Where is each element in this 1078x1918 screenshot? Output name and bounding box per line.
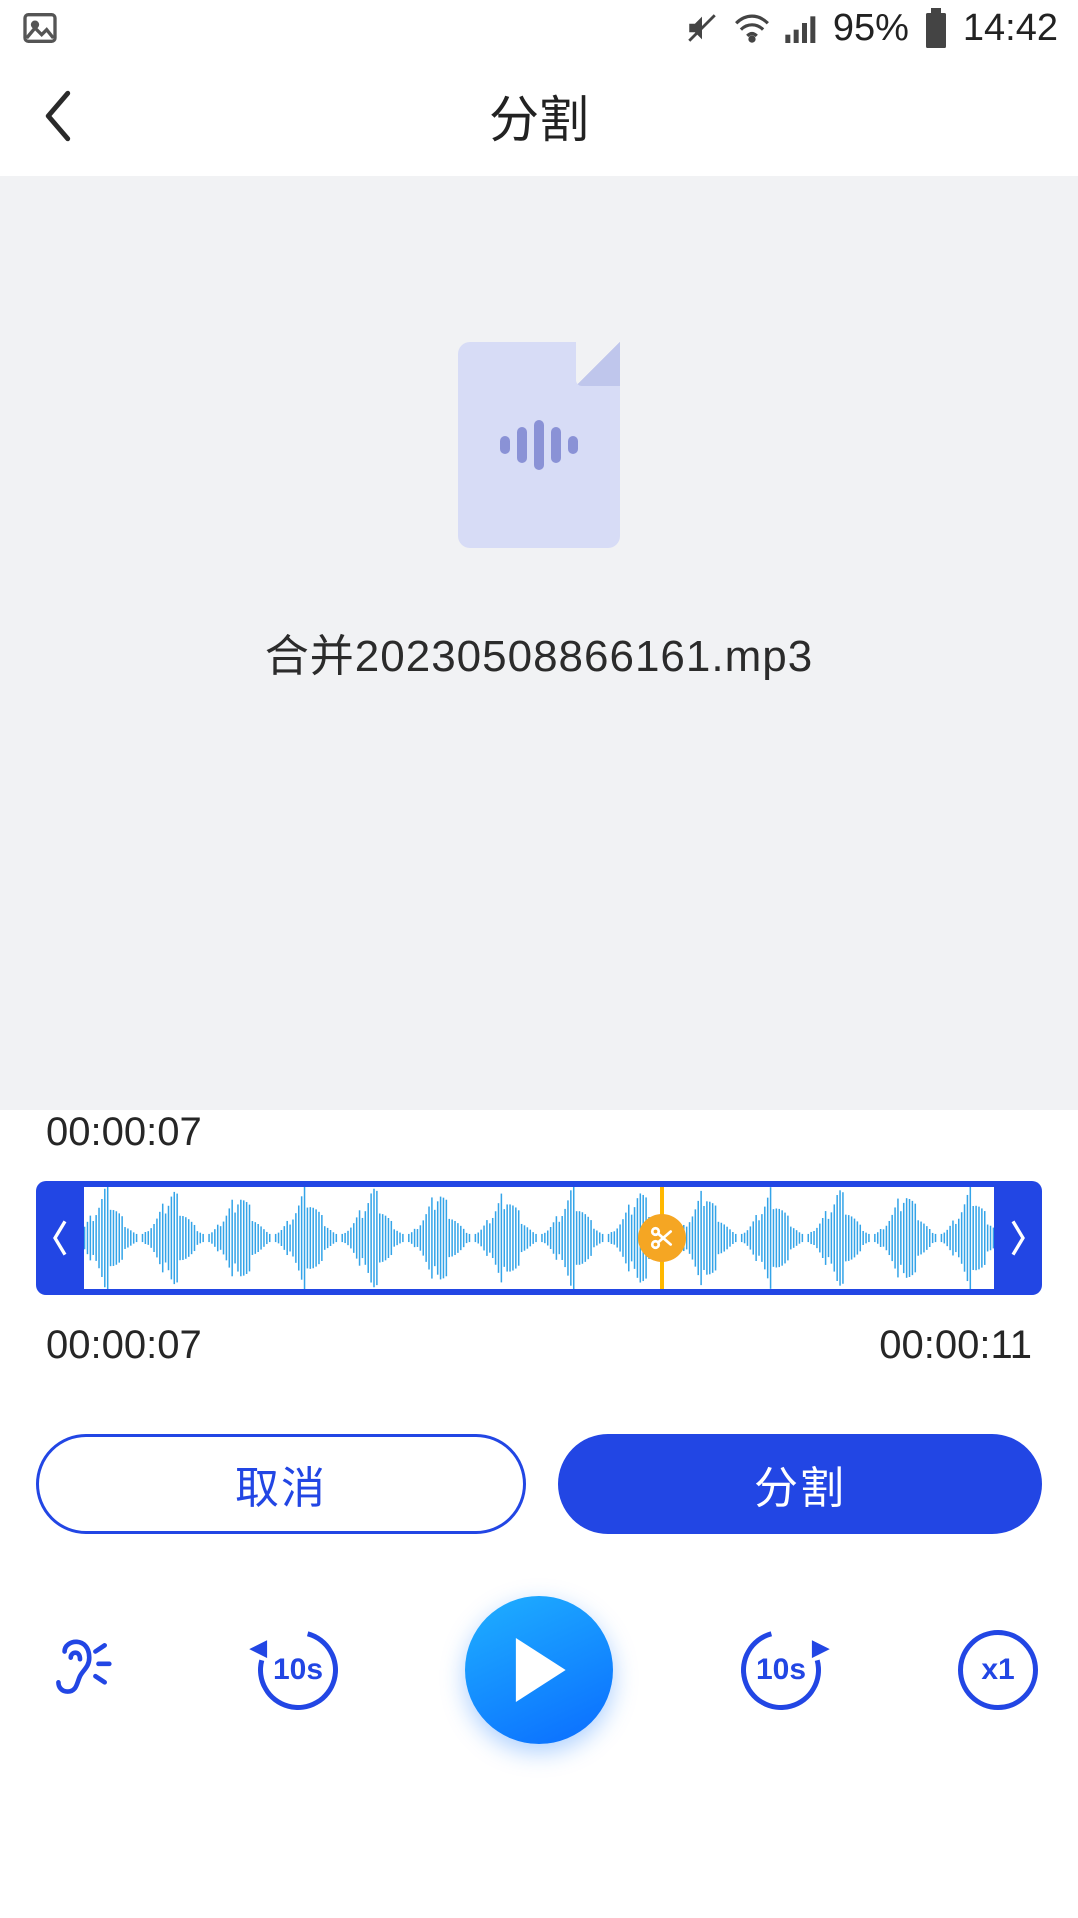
waveform-container[interactable] bbox=[36, 1181, 1042, 1295]
marker-timestamp: 00:00:07 bbox=[46, 1110, 1042, 1155]
playback-controls: 10s 10s x1 bbox=[0, 1596, 1078, 1744]
app-header: 分割 bbox=[0, 56, 1078, 176]
waveform-right-handle[interactable] bbox=[994, 1181, 1042, 1295]
forward-icon: 10s bbox=[726, 1615, 835, 1724]
waveform-left-handle[interactable] bbox=[36, 1181, 84, 1295]
file-fold-corner bbox=[576, 342, 620, 386]
clock-time: 14:42 bbox=[963, 7, 1058, 50]
angle-left-icon bbox=[51, 1218, 69, 1258]
forward-label: 10s bbox=[755, 1653, 805, 1687]
cancel-button[interactable]: 取消 bbox=[36, 1434, 526, 1534]
signal-icon bbox=[785, 13, 819, 43]
listen-button[interactable] bbox=[30, 1620, 130, 1720]
waveform-track[interactable] bbox=[84, 1187, 994, 1289]
rewind-icon: 10s bbox=[243, 1615, 352, 1724]
chevron-left-icon bbox=[40, 90, 76, 142]
rewind-10s-button[interactable]: 10s bbox=[248, 1620, 348, 1720]
range-end-time: 00:00:11 bbox=[879, 1323, 1032, 1368]
split-button[interactable]: 分割 bbox=[558, 1434, 1042, 1534]
action-buttons: 取消 分割 bbox=[0, 1434, 1078, 1534]
wifi-icon bbox=[733, 13, 771, 43]
play-button[interactable] bbox=[465, 1596, 613, 1744]
forward-10s-button[interactable]: 10s bbox=[731, 1620, 831, 1720]
filename-label: 合并20230508866161.mp3 bbox=[265, 620, 813, 684]
status-right: 95% 14:42 bbox=[685, 7, 1058, 50]
battery-icon bbox=[923, 8, 949, 48]
speed-button[interactable]: x1 bbox=[948, 1620, 1048, 1720]
ear-icon bbox=[43, 1633, 117, 1707]
back-button[interactable] bbox=[34, 92, 82, 140]
range-start-time: 00:00:07 bbox=[46, 1323, 202, 1368]
angle-right-icon bbox=[1009, 1218, 1027, 1258]
photo-icon bbox=[20, 8, 60, 48]
page-title: 分割 bbox=[489, 80, 589, 152]
speed-icon: x1 bbox=[958, 1630, 1038, 1710]
cancel-label: 取消 bbox=[235, 1452, 327, 1516]
rewind-label: 10s bbox=[272, 1653, 322, 1687]
range-timestamps: 00:00:07 00:00:11 bbox=[36, 1323, 1042, 1368]
audio-file-icon bbox=[458, 342, 620, 548]
battery-percent: 95% bbox=[833, 7, 909, 50]
status-left bbox=[20, 8, 60, 48]
play-icon bbox=[511, 1638, 567, 1702]
status-bar: 95% 14:42 bbox=[0, 0, 1078, 56]
scissors-icon bbox=[649, 1225, 675, 1251]
speed-label: x1 bbox=[981, 1653, 1014, 1687]
split-label: 分割 bbox=[754, 1452, 846, 1516]
waveform-section: 00:00:07 bbox=[0, 1110, 1078, 1368]
split-marker-handle[interactable] bbox=[638, 1214, 686, 1262]
file-preview-area: 合并20230508866161.mp3 bbox=[0, 176, 1078, 1110]
audio-wave-icon bbox=[500, 420, 578, 470]
mute-icon bbox=[685, 11, 719, 45]
waveform-graphic bbox=[84, 1187, 994, 1289]
